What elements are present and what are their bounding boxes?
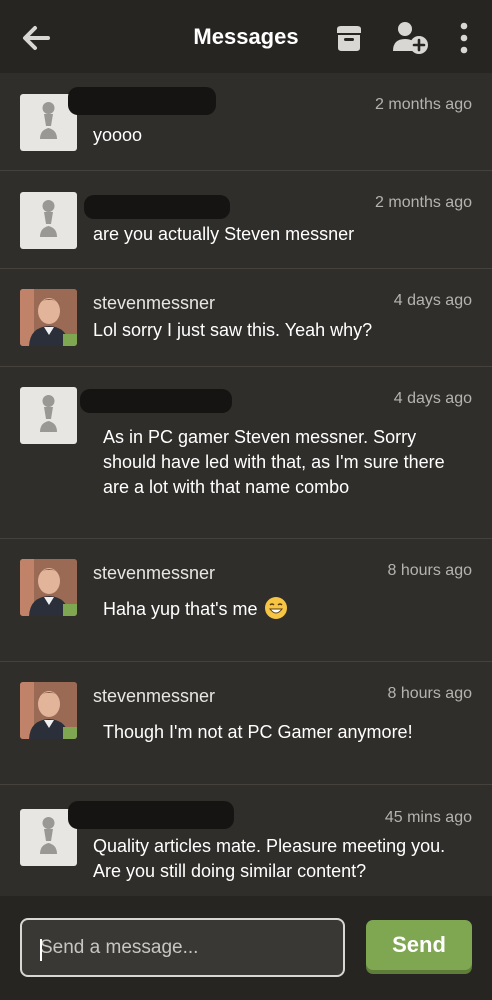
avatar[interactable]	[20, 289, 77, 346]
message-text: Though I'm not at PC Gamer anymore!	[103, 722, 413, 742]
add-user-button[interactable]	[392, 20, 430, 56]
message-item[interactable]: stevenmessner 4 days ago Lol sorry I jus…	[0, 269, 492, 367]
message-time: 8 hours ago	[387, 685, 472, 702]
message-time: 2 months ago	[375, 96, 472, 113]
archive-button[interactable]	[333, 22, 365, 54]
message-time: 8 hours ago	[387, 562, 472, 579]
message-text: Haha yup that's me	[103, 599, 258, 619]
sender-name: stevenmessner	[93, 563, 216, 583]
redacted-name	[68, 87, 216, 115]
message-input[interactable]	[20, 918, 345, 977]
message-item[interactable]: 2 months ago are you actually Steven mes…	[0, 171, 492, 269]
pawn-avatar-icon[interactable]	[20, 387, 77, 444]
message-time: 4 days ago	[393, 292, 472, 309]
message-text: Quality articles mate. Pleasure meeting …	[93, 836, 446, 881]
message-text-row: Haha yup that's me	[103, 597, 468, 622]
grinning-face-emoji	[264, 597, 287, 619]
more-vertical-icon	[460, 22, 468, 54]
message-item[interactable]: 2 months ago yoooo	[0, 73, 492, 171]
avatar[interactable]	[20, 682, 77, 739]
avatar[interactable]	[20, 559, 77, 616]
redacted-name	[80, 389, 232, 413]
send-button[interactable]: Send	[366, 920, 472, 970]
sender-name: stevenmessner	[93, 293, 216, 313]
message-text: As in PC gamer Steven messner. Sorry sho…	[103, 427, 445, 497]
sender-name: stevenmessner	[93, 686, 216, 706]
message-time: 45 mins ago	[384, 809, 472, 826]
text-caret	[40, 939, 42, 961]
message-item[interactable]: stevenmessner 8 hours ago Though I'm not…	[0, 662, 492, 785]
message-text: are you actually Steven messner	[93, 224, 355, 244]
pawn-avatar-icon[interactable]	[20, 192, 77, 249]
message-item[interactable]: 4 days ago As in PC gamer Steven messner…	[0, 367, 492, 539]
message-list[interactable]: 2 months ago yoooo 2 months ago are you …	[0, 73, 492, 896]
message-item[interactable]: 45 mins ago Quality articles mate. Pleas…	[0, 785, 492, 896]
message-text: Lol sorry I just saw this. Yeah why?	[93, 320, 373, 340]
top-bar: Messages	[0, 0, 492, 73]
redacted-name	[68, 801, 234, 829]
message-time: 2 months ago	[375, 194, 472, 211]
message-item[interactable]: stevenmessner 8 hours ago Haha yup that'…	[0, 539, 492, 662]
message-time: 4 days ago	[393, 390, 472, 407]
redacted-name	[84, 195, 230, 219]
message-composer: Send	[0, 896, 492, 1000]
more-options-button[interactable]	[456, 22, 472, 54]
message-text: yoooo	[93, 125, 143, 145]
user-plus-icon	[393, 22, 428, 54]
archive-box-icon	[337, 26, 361, 51]
